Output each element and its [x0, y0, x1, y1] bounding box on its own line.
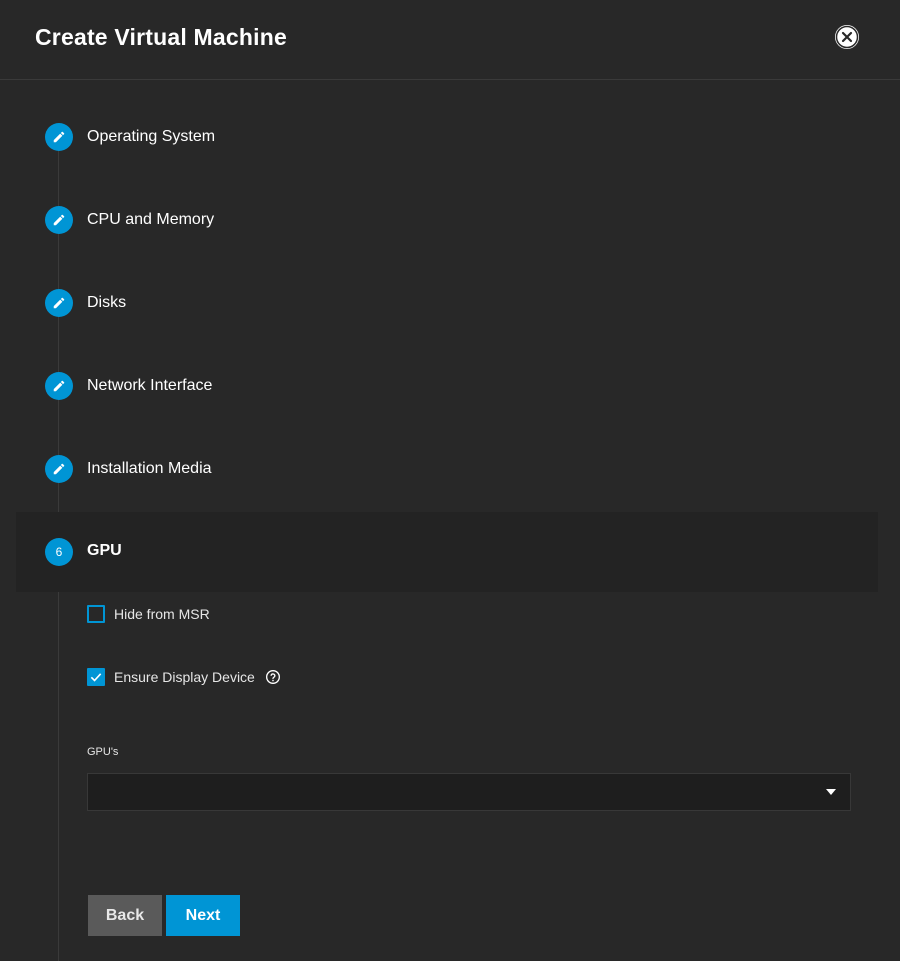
- step-gpu[interactable]: 6 GPU: [16, 512, 878, 592]
- step-operating-system[interactable]: Operating System: [0, 112, 900, 162]
- step-label: CPU and Memory: [87, 211, 215, 228]
- pencil-icon: [45, 455, 73, 483]
- gpus-select[interactable]: [87, 773, 851, 811]
- step-number-badge: 6: [45, 538, 73, 566]
- ensure-display-device-label: Ensure Display Device: [114, 669, 255, 685]
- step-network-interface[interactable]: Network Interface: [0, 361, 900, 411]
- close-button[interactable]: [835, 25, 859, 49]
- step-label: Disks: [87, 294, 127, 311]
- hide-from-msr-label: Hide from MSR: [114, 606, 210, 622]
- pencil-icon: [45, 289, 73, 317]
- step-label: Network Interface: [87, 377, 213, 394]
- gpus-label: GPU's: [87, 746, 119, 758]
- pencil-icon: [45, 372, 73, 400]
- step-installation-media[interactable]: Installation Media: [0, 444, 900, 494]
- dropdown-arrow-icon: [826, 789, 836, 795]
- step-label: GPU: [87, 542, 122, 559]
- create-vm-dialog: Create Virtual Machine Operating System …: [0, 0, 900, 961]
- step-label: Operating System: [87, 128, 216, 145]
- close-icon: [835, 25, 859, 49]
- step-cpu-and-memory[interactable]: CPU and Memory: [0, 195, 900, 245]
- dialog-header: Create Virtual Machine: [0, 0, 900, 80]
- pencil-icon: [45, 206, 73, 234]
- checkmark-icon: [90, 673, 102, 682]
- step-label: Installation Media: [87, 460, 212, 477]
- hide-from-msr-row: Hide from MSR: [87, 603, 210, 625]
- dialog-title: Create Virtual Machine: [35, 24, 287, 50]
- step-disks[interactable]: Disks: [0, 278, 900, 328]
- pencil-icon: [45, 123, 73, 151]
- help-icon[interactable]: [265, 669, 281, 685]
- hide-from-msr-checkbox[interactable]: [87, 605, 105, 623]
- ensure-display-device-checkbox[interactable]: [87, 668, 105, 686]
- next-button[interactable]: Next: [166, 895, 240, 936]
- ensure-display-device-row: Ensure Display Device: [87, 666, 281, 688]
- back-button[interactable]: Back: [88, 895, 162, 936]
